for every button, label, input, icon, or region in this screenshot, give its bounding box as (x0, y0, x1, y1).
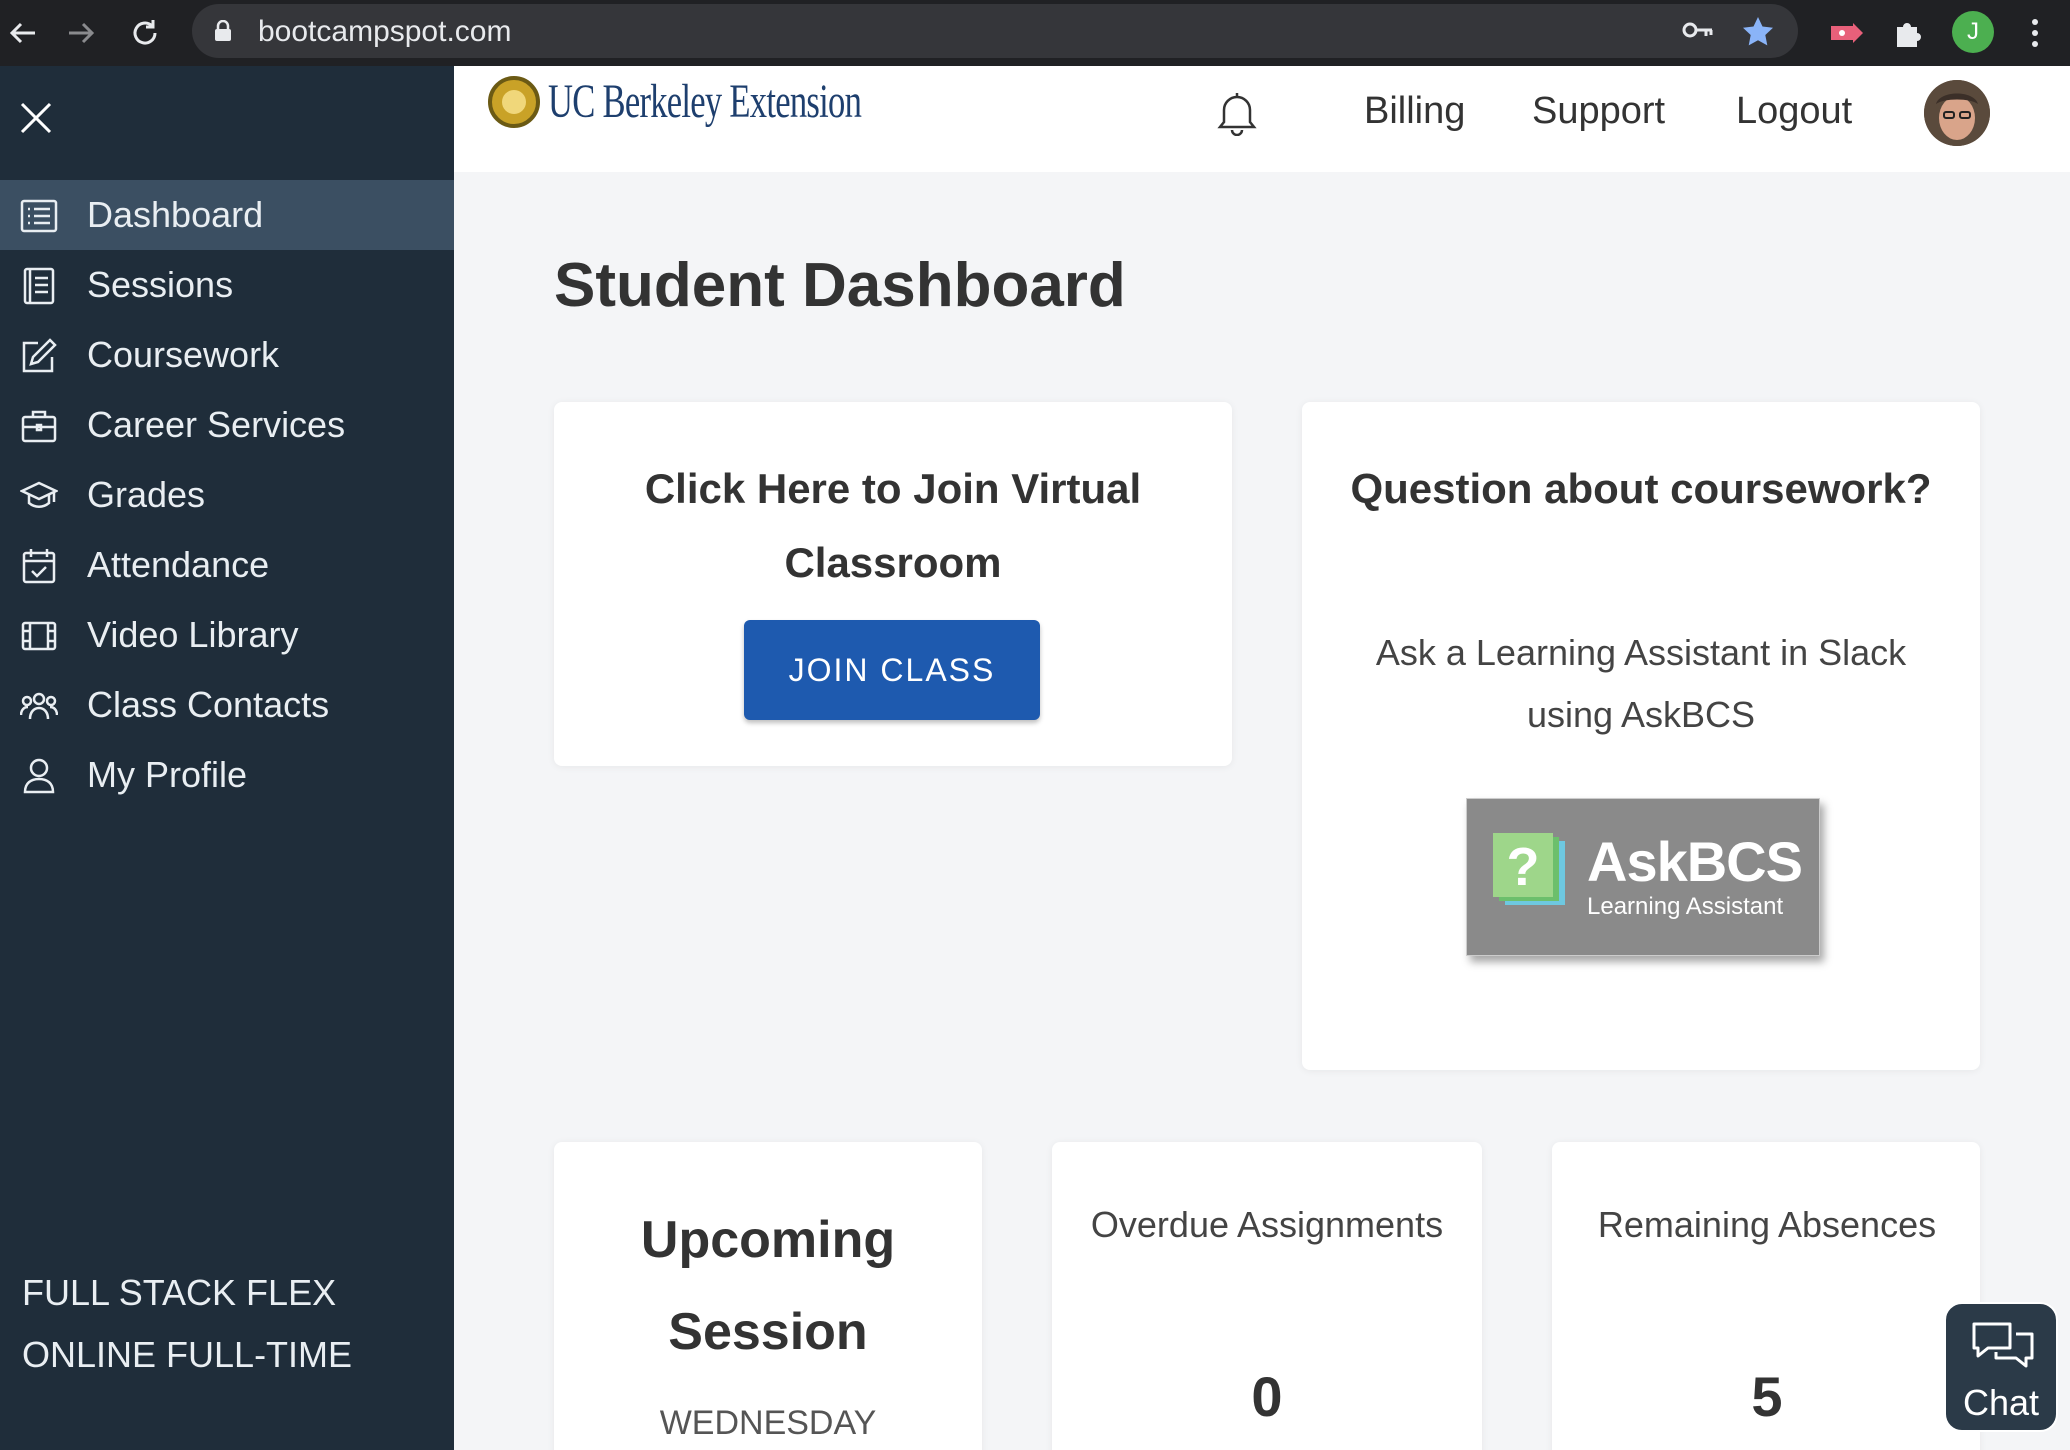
question-card: Question about coursework? Ask a Learnin… (1302, 402, 1980, 1070)
absences-count: 5 (1751, 1365, 1783, 1428)
sidebar-item-career-services[interactable]: Career Services (0, 390, 454, 460)
sidebar-item-my-profile[interactable]: My Profile (0, 740, 454, 810)
sidebar-item-label: Attendance (87, 544, 270, 585)
sidebar-item-label: Class Contacts (87, 684, 330, 725)
sidebar-item-label: Grades (87, 474, 206, 515)
sidebar-item-label: Dashboard (87, 194, 264, 235)
logout-link[interactable]: Logout (1736, 90, 1852, 133)
sidebar-item-label: Coursework (87, 334, 280, 375)
askbcs-subtitle: Learning Assistant (1587, 893, 1784, 920)
sidebar-item-label: Video Library (87, 614, 299, 655)
chat-label: Chat (1962, 1382, 2040, 1423)
chat-bubbles-icon (1972, 1322, 2034, 1368)
sidebar-nav: Dashboard Sessions Coursework Career Ser… (0, 180, 454, 810)
support-link[interactable]: Support (1532, 90, 1665, 133)
list-icon (20, 197, 58, 235)
remaining-absences-card: Remaining Absences 5 (1552, 1142, 1980, 1450)
film-icon (20, 617, 58, 655)
overdue-assignments-card: Overdue Assignments 0 (1052, 1142, 1482, 1450)
sidebar-item-video-library[interactable]: Video Library (0, 600, 454, 670)
top-header: UC Berkeley Extension Billing Support Lo… (454, 66, 2070, 172)
sidebar-item-attendance[interactable]: Attendance (0, 530, 454, 600)
graduation-cap-icon (19, 477, 59, 515)
session-day: WEDNESDAY (659, 1404, 877, 1442)
join-card-title: Click Here to Join Virtual Classroom (644, 465, 1142, 586)
seal-icon (488, 75, 540, 128)
briefcase-icon (20, 407, 58, 445)
program-name: FULL STACK FLEX (22, 1272, 337, 1313)
join-class-card: Click Here to Join Virtual Classroom JOI… (554, 402, 1232, 766)
url-text[interactable]: bootcampspot.com (258, 15, 511, 49)
uc-berkeley-extension-logo[interactable]: UC Berkeley Extension (488, 74, 983, 129)
sidebar-item-sessions[interactable]: Sessions (0, 250, 454, 320)
chat-button[interactable]: Chat (1944, 1302, 2058, 1432)
session-card-title: Upcoming Session (640, 1211, 896, 1361)
sidebar-item-label: My Profile (87, 754, 248, 795)
question-card-title: Question about coursework? (1350, 465, 1932, 512)
billing-link[interactable]: Billing (1364, 90, 1465, 133)
sidebar-item-dashboard[interactable]: Dashboard (0, 180, 454, 250)
bell-icon[interactable] (1216, 90, 1258, 137)
reload-icon[interactable] (122, 10, 168, 56)
upcoming-session-card: Upcoming Session WEDNESDAY (554, 1142, 982, 1450)
askbcs-name: AskBCS (1587, 830, 1803, 893)
askbcs-banner[interactable]: ? AskBCS Learning Assistant (1466, 798, 1820, 956)
absences-label: Remaining Absences (1597, 1204, 1937, 1245)
sidebar-item-grades[interactable]: Grades (0, 460, 454, 530)
sidebar-item-class-contacts[interactable]: Class Contacts (0, 670, 454, 740)
sidebar-item-coursework[interactable]: Coursework (0, 320, 454, 390)
edit-icon (20, 337, 58, 375)
question-card-text: Ask a Learning Assistant in Slack using … (1375, 632, 1907, 735)
bookmark-star-icon[interactable] (1742, 16, 1774, 51)
sidebar: Dashboard Sessions Coursework Career Ser… (0, 66, 454, 1450)
calendar-check-icon (20, 547, 58, 585)
program-info: FULL STACK FLEX ONLINE FULL-TIME (22, 1262, 352, 1386)
people-icon (19, 687, 59, 725)
svg-text:?: ? (1507, 837, 1540, 897)
join-class-button[interactable]: JOIN CLASS (744, 620, 1040, 720)
back-arrow-icon[interactable] (0, 10, 46, 56)
overdue-count: 0 (1251, 1365, 1283, 1428)
extension-icon[interactable] (1826, 12, 1868, 54)
user-icon (20, 757, 58, 795)
puzzle-piece-icon[interactable] (1888, 12, 1930, 54)
address-bar[interactable]: bootcampspot.com (192, 4, 1798, 58)
page-title: Student Dashboard (554, 251, 1126, 320)
key-icon[interactable] (1682, 18, 1714, 47)
browser-toolbar: bootcampspot.com J (0, 0, 2070, 66)
forward-arrow-icon[interactable] (58, 10, 104, 56)
lock-icon (214, 19, 232, 47)
close-icon[interactable] (14, 96, 58, 140)
question-mark-icon: ? (1493, 833, 1565, 905)
more-vertical-icon[interactable] (2014, 12, 2056, 54)
user-avatar[interactable] (1924, 80, 1990, 146)
logo-text: UC Berkeley Extension (548, 75, 862, 128)
sidebar-item-label: Career Services (87, 404, 346, 445)
overdue-label: Overdue Assignments (1090, 1204, 1444, 1245)
notebook-icon (20, 267, 58, 305)
browser-profile-avatar[interactable]: J (1952, 11, 1994, 53)
sidebar-item-label: Sessions (87, 264, 234, 305)
program-schedule: ONLINE FULL-TIME (22, 1334, 353, 1375)
